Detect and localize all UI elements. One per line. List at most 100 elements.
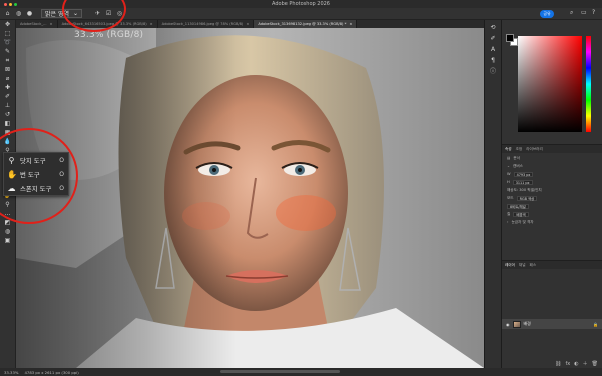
properties-tabs: 속성 조정 라이브러리	[502, 145, 602, 153]
title-bar: Adobe Photoshop 2026	[0, 0, 602, 8]
doc-icon: ▤	[507, 156, 511, 160]
zoom-tool-icon[interactable]: ⚲	[3, 201, 13, 209]
search-icon[interactable]: ⌕	[570, 10, 576, 16]
fill-select[interactable]: 배경색	[513, 211, 529, 217]
doc-row: ▤ 문서	[507, 155, 521, 161]
canvas-section: ⌄ 캔버스	[507, 163, 523, 169]
fill-row: 칠 배경색	[502, 211, 602, 217]
tab-channels[interactable]: 채널	[519, 261, 526, 269]
flyout-item-burn[interactable]: ✋ 번 도구 O	[4, 168, 68, 181]
color-swatches-icon[interactable]: ◩	[3, 219, 13, 227]
screen-mode-icon[interactable]: ▣	[3, 237, 13, 245]
eraser-tool-icon[interactable]: ◧	[3, 120, 13, 128]
doc-tab-active[interactable]: AdobeStock_313698132.jpeg @ 33.3% (RGB/8…	[254, 20, 358, 28]
doc-tab-2[interactable]: AdobeStock_113014986.jpeg @ 78% (RGB/8) ×	[158, 20, 255, 28]
tab-paths[interactable]: 패스	[530, 261, 537, 269]
move-tool-icon[interactable]: ✥	[3, 21, 13, 29]
options-bar: ⌂ ◍ ● 밝은 영역 ⌄ ✈ ☑ ◎ 공유 ⌕ ▭ ?	[0, 8, 602, 20]
airbrush-icon[interactable]: ✈	[94, 10, 101, 17]
close-icon[interactable]: ×	[349, 20, 352, 28]
range-select[interactable]: 밝은 영역 ⌄	[41, 9, 83, 18]
layers-panel: 레이어 채널 패스 ◉ 배경 🔒 ⛓ fx ◐ ＋ 🗑	[502, 260, 602, 368]
lock-icon[interactable]: 🔒	[593, 322, 598, 327]
lasso-tool-icon[interactable]: ➰	[3, 39, 13, 47]
zoom-overlay-text: 33.3% (RGB/8)	[74, 30, 144, 40]
options-right-icons: ⌕ ▭ ?	[570, 10, 598, 16]
pressure-icon[interactable]: ◎	[116, 10, 123, 17]
blur-tool-icon[interactable]: 💧	[3, 138, 13, 146]
layer-row-background[interactable]: ◉ 배경 🔒	[502, 319, 602, 329]
close-icon[interactable]: ×	[150, 20, 153, 28]
tab-libraries[interactable]: 라이브러리	[526, 145, 543, 153]
quick-mask-icon[interactable]: ◍	[3, 228, 13, 236]
right-panels: 속성 조정 라이브러리 ▤ 문서 ⌄ 캔버스 W 4793 px H 3111 px 해…	[502, 20, 602, 368]
properties-panel: 속성 조정 라이브러리 ▤ 문서 ⌄ 캔버스 W 4793 px H 3111 px 해…	[502, 144, 602, 268]
range-select-value: 밝은 영역	[45, 11, 69, 18]
flyout-item-dodge[interactable]: ⚲ 닷지 도구 O	[4, 154, 68, 167]
more-tools-icon[interactable]: …	[3, 210, 13, 218]
dodge-tool-preset-icon[interactable]: ◍	[15, 10, 22, 17]
resolution-row: 해상도: 300 픽셀/인치	[507, 187, 542, 192]
chevron-right-icon[interactable]: ›	[507, 220, 508, 224]
width-field[interactable]: 4793 px	[513, 171, 534, 177]
doc-tab-0[interactable]: AdobeStock_... ×	[16, 20, 58, 28]
dodge-tool-flyout: ⚲ 닷지 도구 O ✋ 번 도구 O ☁ 스폰지 도구 O	[3, 152, 69, 196]
link-icon[interactable]: ⛓	[555, 360, 561, 368]
flyout-item-label: 번 도구	[20, 171, 40, 179]
character-panel-icon[interactable]: A	[489, 46, 497, 53]
history-panel-icon[interactable]: ⟲	[489, 24, 497, 31]
horizontal-scrollbar[interactable]	[220, 370, 340, 373]
brush-settings-icon[interactable]: ✐	[489, 35, 497, 42]
gradient-tool-icon[interactable]: ▦	[3, 129, 13, 137]
doc-tab-1[interactable]: AdobeStock_643316503.jpeg @ 33.3% (RGB/8…	[58, 20, 158, 28]
depth-select[interactable]: 8비트/채널	[507, 203, 529, 209]
workspace-icon[interactable]: ▭	[581, 10, 587, 16]
marquee-tool-icon[interactable]: ⬚	[3, 30, 13, 38]
foreground-color-swatch[interactable]	[506, 34, 514, 42]
status-zoom[interactable]: 33.33%	[4, 370, 18, 375]
close-icon[interactable]: ×	[246, 20, 249, 28]
canvas-area[interactable]: 33.3% (RGB/8)	[16, 28, 484, 368]
eyedropper-tool-icon[interactable]: ⌀	[3, 75, 13, 83]
info-panel-icon[interactable]: ⓘ	[489, 68, 497, 75]
share-button[interactable]: 공유	[540, 10, 554, 18]
color-panel	[502, 20, 602, 140]
layer-name: 배경	[523, 321, 531, 326]
flyout-item-shortcut: O	[59, 157, 64, 164]
layers-tabs: 레이어 채널 패스	[502, 261, 602, 269]
quick-select-tool-icon[interactable]: ✎	[3, 48, 13, 56]
tab-adjustments[interactable]: 조정	[516, 145, 523, 153]
history-brush-tool-icon[interactable]: ↺	[3, 111, 13, 119]
depth-row: 8비트/채널	[502, 203, 602, 209]
window-title: Adobe Photoshop 2026	[272, 1, 330, 7]
crop-tool-icon[interactable]: ⌗	[3, 57, 13, 65]
home-icon[interactable]: ⌂	[4, 10, 11, 17]
status-bar: 33.33% 4783 px x 2611 px (300 ppi)	[0, 368, 602, 376]
tab-layers[interactable]: 레이어	[505, 261, 515, 269]
hue-slider[interactable]	[586, 36, 591, 132]
chevron-down-icon[interactable]: ⌄	[507, 164, 510, 168]
layers-actions: ⛓ fx ◐ ＋ 🗑	[502, 360, 602, 368]
flyout-item-sponge[interactable]: ☁ 스폰지 도구 O	[4, 182, 68, 195]
eye-icon[interactable]: ◉	[506, 322, 510, 327]
paragraph-panel-icon[interactable]: ¶	[489, 57, 497, 64]
brush-tool-icon[interactable]: ✐	[3, 93, 13, 101]
mode-select[interactable]: RGB 색상	[516, 195, 538, 201]
trash-icon[interactable]: 🗑	[592, 360, 598, 368]
close-icon[interactable]: ×	[50, 20, 53, 28]
chevron-down-icon: ⌄	[73, 10, 79, 17]
brush-size-icon[interactable]: ●	[26, 10, 33, 17]
frame-tool-icon[interactable]: ⊠	[3, 66, 13, 74]
color-field[interactable]	[518, 36, 582, 132]
new-layer-icon[interactable]: ＋	[583, 360, 588, 368]
height-field[interactable]: 3111 px	[512, 179, 533, 185]
help-icon[interactable]: ?	[592, 10, 598, 16]
flyout-item-label: 닷지 도구	[20, 157, 46, 165]
fx-icon[interactable]: fx	[566, 360, 571, 368]
protect-tones-checkbox[interactable]: ☑	[105, 10, 112, 17]
clone-stamp-tool-icon[interactable]: ⊥	[3, 102, 13, 110]
tab-properties[interactable]: 속성	[505, 145, 512, 153]
mask-icon[interactable]: ◐	[574, 360, 578, 368]
healing-brush-tool-icon[interactable]: ✚	[3, 84, 13, 92]
status-doc-info: 4783 px x 2611 px (300 ppi)	[24, 369, 79, 375]
